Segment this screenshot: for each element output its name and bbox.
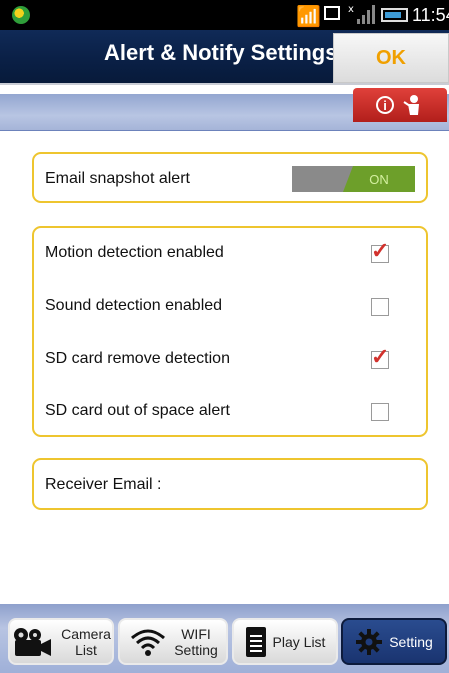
sd-card-remove-label: SD card remove detection: [45, 350, 230, 367]
page-title: Alert & Notify Settings: [104, 40, 334, 65]
motion-detection-label: Motion detection enabled: [45, 244, 224, 261]
checkmark-icon: ✓: [371, 238, 390, 263]
toggle-on-label: ON: [343, 166, 415, 192]
email-snapshot-toggle[interactable]: ON: [292, 166, 415, 192]
status-bar: 📶 x 11:54: [0, 0, 449, 30]
svg-text:x: x: [348, 4, 354, 15]
battery-icon: [381, 8, 408, 22]
tab-setting[interactable]: Setting: [341, 618, 447, 665]
signal-icon: x: [348, 4, 375, 24]
sd-card-remove-checkbox[interactable]: ✓: [371, 346, 389, 369]
email-snapshot-label: Email snapshot alert: [45, 170, 190, 187]
wifi-icon: [131, 629, 166, 656]
bottom-tab-bar: Camera List WIFI Setting Play List Setti…: [0, 604, 449, 673]
receiver-email-card[interactable]: Receiver Email :: [32, 458, 428, 510]
tab-play-list[interactable]: Play List: [232, 618, 338, 665]
playlist-icon: [245, 626, 266, 657]
wifi-status-icon: 📶: [296, 6, 321, 28]
sd-card-space-label: SD card out of space alert: [45, 402, 230, 419]
tab-camera-list-label: Camera List: [61, 625, 111, 658]
app-notification-icon: [12, 6, 30, 24]
tab-play-list-label: Play List: [272, 633, 326, 650]
sound-detection-checkbox[interactable]: [371, 298, 389, 316]
info-help-button[interactable]: i: [353, 88, 447, 122]
tab-camera-list[interactable]: Camera List: [8, 618, 114, 665]
tab-setting-label: Setting: [389, 633, 433, 650]
checkmark-icon: ✓: [371, 344, 390, 369]
sound-detection-label: Sound detection enabled: [45, 297, 223, 314]
tab-wifi-setting[interactable]: WIFI Setting: [118, 618, 228, 665]
ok-button[interactable]: OK: [333, 33, 449, 83]
motion-detection-checkbox[interactable]: ✓: [371, 240, 389, 263]
info-icon: i: [376, 96, 394, 114]
tab-wifi-setting-label: WIFI Setting: [174, 625, 218, 658]
presenter-icon: [403, 95, 419, 115]
screenshot-notification-icon: [324, 6, 340, 20]
email-snapshot-card: Email snapshot alert ON: [32, 152, 428, 203]
receiver-email-label: Receiver Email :: [45, 476, 162, 493]
detection-options-card: Motion detection enabled ✓ Sound detecti…: [32, 226, 428, 437]
status-time: 11:54: [412, 5, 449, 25]
camera-icon: [14, 627, 52, 656]
gear-icon: [356, 628, 383, 655]
sd-card-space-checkbox[interactable]: [371, 403, 389, 421]
